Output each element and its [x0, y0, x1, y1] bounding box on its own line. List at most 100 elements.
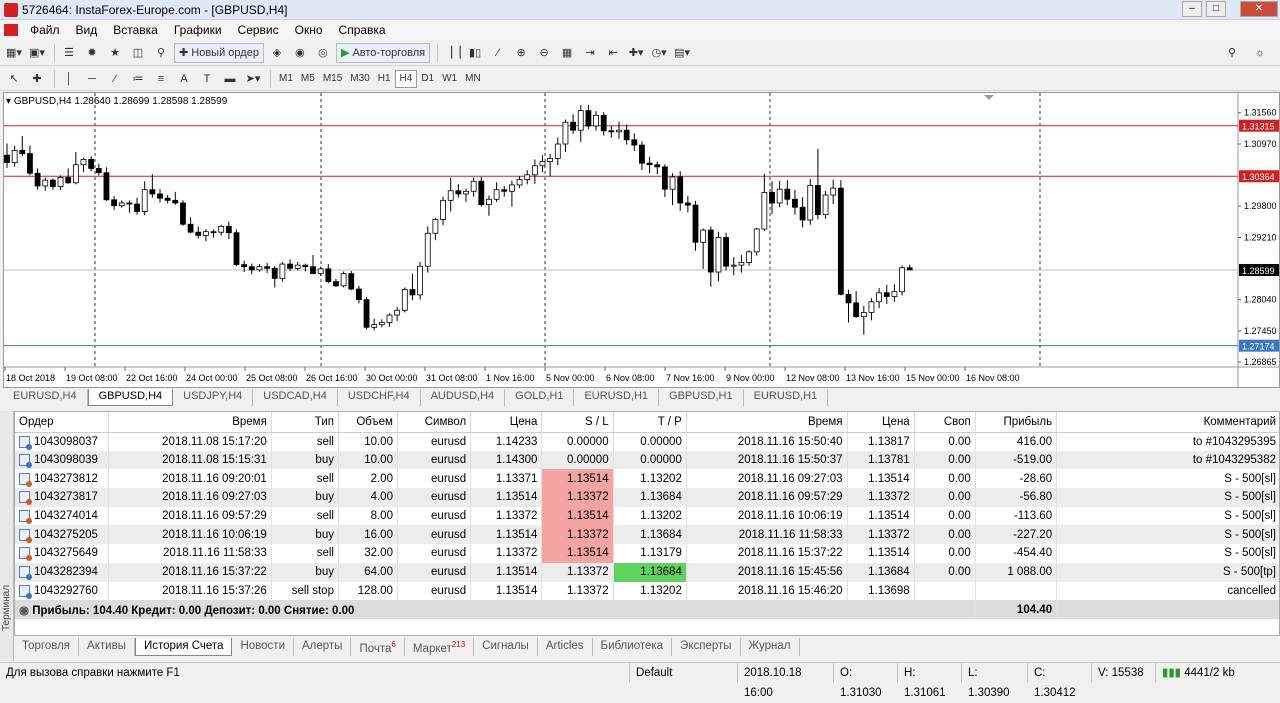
- profiles-icon[interactable]: ▣▾: [27, 43, 47, 63]
- autotrade-button[interactable]: ▶ Авто-торговля: [335, 42, 431, 63]
- column-header[interactable]: S / L: [541, 412, 614, 433]
- terminal-tab[interactable]: Торговля: [14, 638, 80, 656]
- chart-tab[interactable]: EURUSD,H4: [3, 389, 88, 406]
- chart-tab[interactable]: AUDUSD,H4: [421, 389, 506, 406]
- timeframe-h4[interactable]: H4: [394, 69, 418, 88]
- timeframe-m1[interactable]: M1: [275, 70, 297, 88]
- zoom-in-icon[interactable]: ⊕: [511, 43, 531, 63]
- terminal-tab[interactable]: Сигналы: [474, 638, 538, 656]
- arrows-icon[interactable]: ▬: [220, 69, 240, 89]
- chart-tab[interactable]: EURUSD,H1: [744, 389, 829, 406]
- column-header[interactable]: Объем: [338, 412, 398, 433]
- equidistant-channel-icon[interactable]: ≔: [128, 69, 148, 89]
- column-header[interactable]: Цена: [470, 412, 543, 433]
- menu-item[interactable]: Сервис: [230, 23, 287, 37]
- fibonacci-icon[interactable]: ≡: [151, 69, 171, 89]
- column-header[interactable]: T / P: [613, 412, 687, 433]
- chart-tab[interactable]: GBPUSD,H1: [659, 389, 744, 406]
- menu-item[interactable]: Файл: [22, 23, 68, 37]
- cursor-icon[interactable]: ↖: [4, 69, 24, 89]
- column-header[interactable]: Время: [108, 412, 272, 433]
- terminal-icon[interactable]: ◫: [128, 43, 148, 63]
- timeframe-m5[interactable]: M5: [297, 70, 319, 88]
- text-label-icon[interactable]: T: [197, 69, 217, 89]
- close-icon[interactable]: ✕: [1240, 1, 1278, 17]
- column-header[interactable]: Время: [686, 412, 848, 433]
- table-row[interactable]: 1043098039 2018.11.08 15:15:31 buy 10.00 eur…: [15, 450, 1279, 470]
- column-header[interactable]: Ордер: [15, 412, 110, 433]
- vertical-line-icon[interactable]: │: [59, 69, 79, 89]
- timeframe-h1[interactable]: H1: [374, 70, 395, 88]
- menu-item[interactable]: Графики: [166, 23, 230, 37]
- autoscroll-icon[interactable]: ⇥: [580, 43, 600, 63]
- terminal-tab[interactable]: Новости: [232, 638, 294, 656]
- signals-icon[interactable]: ◉: [290, 43, 310, 63]
- periods-icon[interactable]: ◷▾: [649, 43, 669, 63]
- menu-item[interactable]: Вставка: [105, 23, 166, 37]
- horizontal-line-icon[interactable]: ─: [82, 69, 102, 89]
- terminal-tab[interactable]: Библиотека: [593, 638, 673, 656]
- help-icon[interactable]: ☼: [1250, 43, 1270, 63]
- chart-tab[interactable]: USDCAD,H4: [253, 389, 338, 406]
- terminal-tab[interactable]: Алерты: [294, 638, 352, 656]
- line-chart-icon[interactable]: ∕: [488, 43, 508, 63]
- terminal-tab[interactable]: Маркет213: [405, 638, 475, 656]
- table-row[interactable]: 1043273817 2018.11.16 09:27:03 buy 4.00 euru…: [15, 488, 1279, 507]
- market-watch-icon[interactable]: ☰: [59, 43, 79, 63]
- chart-tab[interactable]: USDCHF,H4: [338, 389, 421, 406]
- terminal-tab[interactable]: Журнал: [741, 638, 800, 656]
- table-row[interactable]: 1043292760 2018.11.16 15:37:26 sell stop 12…: [15, 581, 1279, 601]
- web-icon[interactable]: ◎: [313, 43, 333, 63]
- table-row[interactable]: 1043273812 2018.11.16 09:20:01 sell 2.00 eur…: [15, 469, 1279, 489]
- text-icon[interactable]: A: [174, 69, 194, 89]
- crosshair-icon[interactable]: ✚: [27, 69, 47, 89]
- app-menu-icon[interactable]: [4, 24, 18, 36]
- terminal-tab[interactable]: Articles: [538, 638, 593, 656]
- table-row[interactable]: 1043274014 2018.11.16 09:57:29 sell 8.00 eur…: [15, 506, 1279, 526]
- maximize-icon[interactable]: □: [1206, 1, 1226, 17]
- column-header[interactable]: Прибыль: [975, 412, 1058, 433]
- search-icon[interactable]: ⚲: [1222, 43, 1242, 63]
- trendline-icon[interactable]: ∕: [105, 69, 125, 89]
- indicators-icon[interactable]: ✚▾: [626, 43, 646, 63]
- price-chart[interactable]: 1.31315 1.30364 1.27174 1.28599 1.31560 1.309…: [3, 92, 1280, 388]
- terminal-tab[interactable]: История Счета: [134, 638, 233, 656]
- column-header[interactable]: Комментарий: [1056, 412, 1279, 433]
- timeframe-w1[interactable]: W1: [438, 70, 461, 88]
- chart-tab[interactable]: GBPUSD,H4: [87, 389, 174, 406]
- timeframe-m30[interactable]: M30: [346, 70, 373, 88]
- terminal-tab[interactable]: Эксперты: [672, 638, 741, 656]
- table-row[interactable]: 1043282394 2018.11.16 15:37:22 buy 64.00 eur…: [15, 562, 1279, 582]
- strategy-tester-icon[interactable]: ⚲: [151, 43, 171, 63]
- terminal-tab[interactable]: Почта6: [351, 638, 405, 656]
- timeframe-d1[interactable]: D1: [417, 70, 438, 88]
- navigator-icon[interactable]: ★: [105, 43, 125, 63]
- chart-tab[interactable]: USDJPY,H4: [173, 389, 254, 406]
- chart-canvas[interactable]: 1.31315 1.30364 1.27174 1.28599 1.31560 1.309…: [4, 93, 1279, 387]
- table-row[interactable]: 1043275205 2018.11.16 10:06:19 buy 16.00 eur…: [15, 525, 1279, 545]
- tile-windows-icon[interactable]: ▦: [557, 43, 577, 63]
- column-header[interactable]: Цена: [847, 412, 915, 433]
- menu-item[interactable]: Справка: [331, 23, 394, 37]
- table-row[interactable]: 1043275649 2018.11.16 11:58:33 sell 32.00 eu…: [15, 544, 1279, 563]
- column-header[interactable]: Своп: [914, 412, 976, 433]
- zoom-out-icon[interactable]: ⊖: [534, 43, 554, 63]
- templates-icon[interactable]: ▤▾: [672, 43, 692, 63]
- timeframe-mn[interactable]: MN: [461, 70, 485, 88]
- new-order-button[interactable]: ✚ Новый ордер: [174, 42, 264, 63]
- minimize-icon[interactable]: –: [1182, 1, 1202, 17]
- menu-item[interactable]: Вид: [68, 23, 106, 37]
- chart-tab[interactable]: EURUSD,H1: [574, 389, 660, 406]
- chart-shift-icon[interactable]: ⇤: [603, 43, 623, 63]
- table-row[interactable]: 1043098037 2018.11.08 15:17:20 sell 10.00 eu…: [15, 432, 1279, 451]
- column-header[interactable]: Символ: [397, 412, 472, 433]
- metaeditor-icon[interactable]: ◈: [267, 43, 287, 63]
- chart-tab[interactable]: GOLD,H1: [505, 389, 575, 406]
- column-header[interactable]: Тип: [271, 412, 339, 433]
- data-window-icon[interactable]: ✹: [82, 43, 102, 63]
- timeframe-m15[interactable]: M15: [319, 70, 346, 88]
- menu-item[interactable]: Окно: [287, 23, 331, 37]
- shapes-icon[interactable]: ➤▾: [243, 69, 263, 89]
- terminal-tab[interactable]: Активы: [79, 638, 135, 656]
- candlestick-icon[interactable]: ▮▯: [465, 43, 485, 63]
